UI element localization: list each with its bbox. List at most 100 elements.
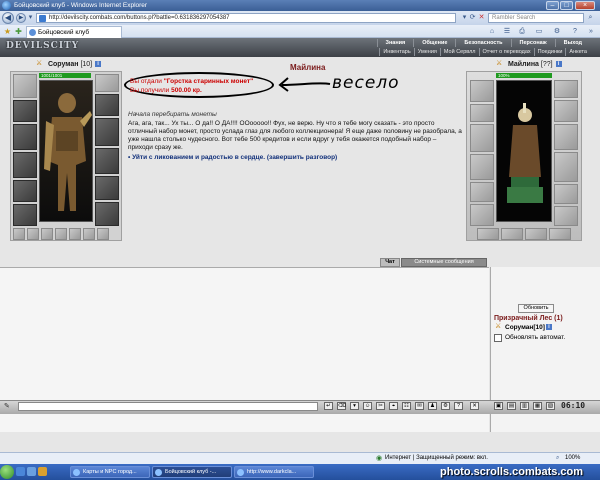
submenu-profile[interactable]: Анкета bbox=[565, 48, 590, 56]
npc-name[interactable]: Майлина bbox=[508, 61, 539, 68]
settings-icon[interactable]: ⚙ bbox=[441, 402, 450, 410]
small-slot[interactable] bbox=[69, 228, 81, 240]
forward-button[interactable]: ▶ bbox=[16, 13, 26, 23]
npc-figure bbox=[507, 103, 543, 203]
zoom-level[interactable]: 100% bbox=[565, 453, 580, 464]
ring-slot-1[interactable] bbox=[95, 94, 119, 116]
maximize-button[interactable]: □ bbox=[560, 1, 573, 10]
tab-chat[interactable]: Чат bbox=[380, 258, 400, 267]
player-equipment-panel: 1001/1001 bbox=[10, 71, 122, 241]
boots-slot[interactable] bbox=[95, 202, 119, 226]
favorites-star-icon[interactable]: ★ bbox=[3, 27, 12, 36]
player-name[interactable]: Соруман bbox=[48, 61, 79, 68]
exit-dialog-link[interactable]: • Уйти с ликованием и радостью в сердце.… bbox=[128, 154, 337, 161]
filter-icon[interactable]: ▾ bbox=[350, 402, 359, 410]
helmet-slot[interactable] bbox=[13, 74, 37, 98]
minimize-button[interactable]: – bbox=[546, 1, 559, 10]
exit-chat-icon[interactable]: ✕ bbox=[470, 402, 479, 410]
close-button[interactable]: × bbox=[575, 1, 595, 10]
refresh-button[interactable]: Обновить bbox=[518, 304, 554, 313]
shield-slot[interactable] bbox=[95, 148, 119, 174]
online-user-name[interactable]: Соруман[10] bbox=[505, 324, 545, 331]
ring-slot-2[interactable] bbox=[95, 176, 119, 200]
info-icon[interactable]: i bbox=[545, 324, 552, 331]
home-icon[interactable]: ⌂ bbox=[485, 27, 499, 36]
help-book-icon[interactable]: ? bbox=[454, 402, 463, 410]
task-fightclub[interactable]: Бойцовский клуб -... bbox=[152, 466, 232, 478]
smile-icon[interactable]: ☺ bbox=[363, 402, 372, 410]
armor-slot[interactable] bbox=[13, 152, 37, 178]
auto-refresh-checkbox[interactable] bbox=[494, 334, 502, 342]
address-input[interactable]: http://devilscity.combats.com/buttons.pl… bbox=[36, 13, 456, 23]
page-menu-icon[interactable]: ▭ bbox=[532, 27, 546, 36]
tools-icon[interactable]: ✂ bbox=[376, 402, 385, 410]
quicklaunch-icon[interactable] bbox=[16, 467, 25, 476]
submenu-transfers[interactable]: Отчет о переводах bbox=[478, 48, 534, 56]
menu-item-character[interactable]: Персонаж bbox=[510, 39, 555, 47]
task-maps[interactable]: Карты и NPC город... bbox=[70, 466, 150, 478]
chevron-down-icon[interactable]: ▾ bbox=[26, 13, 35, 22]
help-icon[interactable]: ? bbox=[568, 27, 582, 36]
npc-level: [??] bbox=[540, 61, 553, 68]
zoom-icon[interactable]: ⌕ bbox=[556, 453, 559, 464]
refresh-icon[interactable]: ⟳ bbox=[468, 13, 477, 22]
panel-icon-2[interactable]: ▤ bbox=[507, 402, 516, 410]
chat-mode-icon[interactable]: ✎ bbox=[4, 402, 14, 411]
menu-item-knowledge[interactable]: Знания bbox=[376, 39, 414, 47]
small-slot[interactable] bbox=[97, 228, 109, 240]
npc-helmet-slot bbox=[470, 80, 494, 102]
search-icon[interactable]: ⌕ bbox=[586, 13, 595, 22]
more-icon[interactable]: » bbox=[584, 27, 598, 36]
start-button[interactable] bbox=[0, 465, 14, 479]
location-name: Призрачный Лес (1) bbox=[494, 315, 563, 322]
task-darkclans[interactable]: http://www.darkcla... bbox=[234, 466, 314, 478]
sword-icon: ⚔ bbox=[495, 323, 502, 331]
weapon-slot[interactable] bbox=[13, 124, 37, 150]
map-icon[interactable]: ⌖ bbox=[389, 402, 398, 410]
panel-icon-1[interactable]: ▣ bbox=[494, 402, 503, 410]
search-input[interactable]: Rambler Search bbox=[488, 13, 584, 23]
users-icon[interactable]: ☷ bbox=[402, 402, 411, 410]
mail-icon[interactable]: ✉ bbox=[415, 402, 424, 410]
submenu-skills[interactable]: Умения bbox=[413, 48, 440, 56]
tab-active[interactable]: Бойцовский клуб bbox=[26, 26, 122, 38]
friends-icon[interactable]: ♟ bbox=[428, 402, 437, 410]
back-button[interactable]: ◀ bbox=[2, 12, 14, 24]
menu-item-communication[interactable]: Общение bbox=[413, 39, 455, 47]
small-slot[interactable] bbox=[27, 228, 39, 240]
submenu-server[interactable]: Мой Сервлл bbox=[439, 48, 479, 56]
print-icon[interactable]: ⎙ bbox=[515, 27, 529, 36]
submenu-inventory[interactable]: Инвентарь bbox=[379, 48, 413, 56]
npc-ring-slot bbox=[554, 100, 578, 122]
exit-dialog-label[interactable]: Уйти с ликованием и радостью в сердце. (… bbox=[132, 154, 337, 161]
quicklaunch-icon[interactable] bbox=[27, 467, 36, 476]
belt-slot[interactable] bbox=[13, 180, 37, 202]
pants-slot[interactable] bbox=[13, 204, 37, 226]
stop-icon[interactable]: ✕ bbox=[477, 13, 486, 22]
online-user[interactable]: ⚔ Соруман[10] i bbox=[495, 323, 552, 331]
panel-icon-3[interactable]: ▥ bbox=[520, 402, 529, 410]
add-favorite-icon[interactable]: ✚ bbox=[14, 27, 23, 36]
panel-icon-5[interactable]: ▧ bbox=[546, 402, 555, 410]
feeds-icon[interactable]: ☰ bbox=[500, 27, 514, 36]
send-icon[interactable]: ↵ bbox=[324, 402, 333, 410]
info-icon[interactable]: i bbox=[95, 61, 102, 68]
menu-item-security[interactable]: Безопасность bbox=[455, 39, 510, 47]
small-slot[interactable] bbox=[41, 228, 53, 240]
submenu-fights[interactable]: Поединки bbox=[533, 48, 566, 56]
small-slot[interactable] bbox=[55, 228, 67, 240]
small-slot[interactable] bbox=[83, 228, 95, 240]
clear-icon[interactable]: ⌫ bbox=[337, 402, 346, 410]
quicklaunch-icon[interactable] bbox=[38, 467, 47, 476]
small-slot[interactable] bbox=[13, 228, 25, 240]
tools-gear-icon[interactable]: ⚙ bbox=[550, 27, 564, 36]
amulet-slot[interactable] bbox=[13, 100, 37, 122]
earring-slot[interactable] bbox=[95, 74, 119, 92]
security-zone[interactable]: Интернет | Защищенный режим: вкл. bbox=[385, 453, 488, 464]
chat-input[interactable] bbox=[18, 402, 318, 411]
panel-icon-4[interactable]: ▦ bbox=[533, 402, 542, 410]
menu-item-exit[interactable]: Выход bbox=[554, 39, 590, 47]
info-icon[interactable]: i bbox=[555, 61, 562, 68]
gloves-slot[interactable] bbox=[95, 118, 119, 146]
tab-system-messages[interactable]: Системные сообщения bbox=[401, 258, 487, 267]
